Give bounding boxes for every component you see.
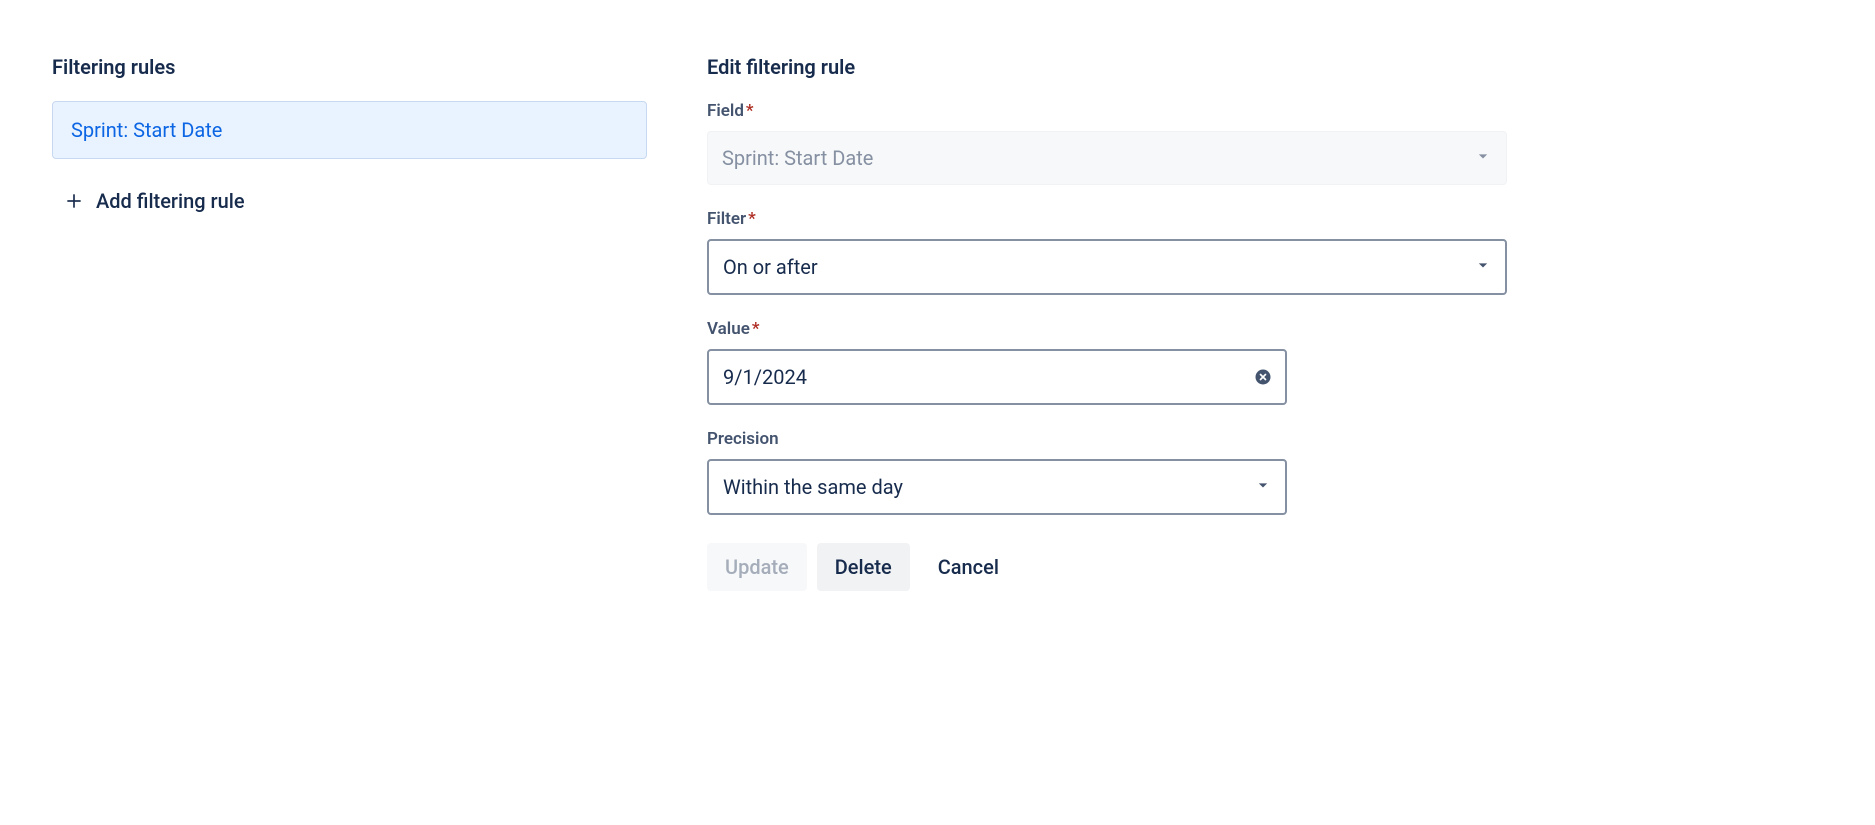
field-select: Sprint: Start Date bbox=[707, 131, 1507, 185]
filtering-rule-label: Sprint: Start Date bbox=[71, 118, 222, 142]
precision-select-value: Within the same day bbox=[723, 475, 903, 499]
add-filtering-rule-button[interactable]: Add filtering rule bbox=[52, 175, 647, 227]
filter-select[interactable]: On or after bbox=[707, 239, 1507, 295]
precision-group: Precision Within the same day bbox=[707, 429, 1507, 515]
field-label-text: Field bbox=[707, 101, 744, 121]
filtering-rule-item[interactable]: Sprint: Start Date bbox=[52, 101, 647, 159]
required-indicator: * bbox=[748, 209, 756, 229]
field-select-value: Sprint: Start Date bbox=[722, 146, 873, 170]
filtering-rules-panel: Filtering rules Sprint: Start Date Add f… bbox=[52, 55, 647, 591]
add-filtering-rule-label: Add filtering rule bbox=[96, 189, 245, 213]
value-label-text: Value bbox=[707, 319, 750, 339]
required-indicator: * bbox=[746, 101, 754, 121]
precision-label-text: Precision bbox=[707, 429, 779, 449]
filtering-rules-heading: Filtering rules bbox=[52, 55, 647, 79]
update-button[interactable]: Update bbox=[707, 543, 807, 591]
value-input[interactable] bbox=[707, 349, 1287, 405]
value-group: Value* bbox=[707, 319, 1507, 405]
value-label: Value* bbox=[707, 319, 1507, 339]
clear-icon[interactable] bbox=[1253, 367, 1273, 387]
precision-select[interactable]: Within the same day bbox=[707, 459, 1287, 515]
field-group: Field* Sprint: Start Date bbox=[707, 101, 1507, 185]
edit-rule-heading: Edit filtering rule bbox=[707, 55, 1507, 79]
plus-icon bbox=[64, 191, 84, 211]
field-label: Field* bbox=[707, 101, 1507, 121]
filter-label: Filter* bbox=[707, 209, 1507, 229]
delete-button[interactable]: Delete bbox=[817, 543, 910, 591]
precision-label: Precision bbox=[707, 429, 1507, 449]
edit-rule-panel: Edit filtering rule Field* Sprint: Start… bbox=[707, 55, 1507, 591]
required-indicator: * bbox=[752, 319, 760, 339]
cancel-button[interactable]: Cancel bbox=[920, 543, 1017, 591]
filter-label-text: Filter bbox=[707, 209, 746, 229]
button-row: Update Delete Cancel bbox=[707, 543, 1507, 591]
filter-group: Filter* On or after bbox=[707, 209, 1507, 295]
filter-select-value: On or after bbox=[723, 255, 818, 279]
